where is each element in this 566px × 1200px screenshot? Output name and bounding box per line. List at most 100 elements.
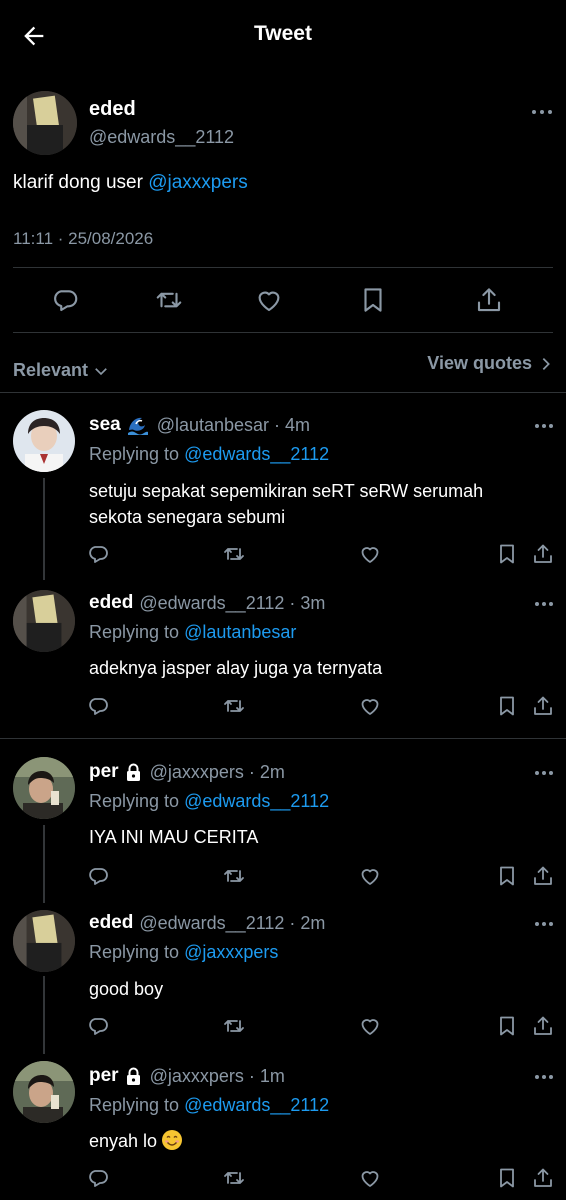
avatar[interactable] <box>13 910 75 972</box>
replying-label: Replying to <box>89 444 185 464</box>
replying-label: Replying to <box>89 622 185 642</box>
retweet-icon[interactable] <box>222 1014 246 1038</box>
mention-link[interactable]: @edwards__2112 <box>184 791 329 811</box>
more-options-icon[interactable] <box>535 922 557 928</box>
view-quotes-link[interactable]: View quotes <box>427 353 554 374</box>
author-name[interactable]: sea <box>89 414 121 436</box>
chevron-right-icon <box>542 357 550 370</box>
replying-label: Replying to <box>89 942 185 962</box>
replying-label: Replying to <box>89 791 185 811</box>
reply-text: adeknya jasper alay juga ya ternyata <box>89 658 383 678</box>
thread-line <box>43 825 45 903</box>
reply-icon[interactable] <box>50 285 80 315</box>
replying-to: Replying to @edwards__2112 <box>89 1095 329 1116</box>
bookmark-icon[interactable] <box>495 1014 519 1038</box>
reply-body: enyah lo <box>89 1131 158 1151</box>
lock-icon <box>125 1067 142 1086</box>
avatar[interactable] <box>13 91 77 155</box>
share-icon[interactable] <box>531 542 555 566</box>
divider <box>13 267 553 268</box>
reply-icon[interactable] <box>86 542 110 566</box>
reply-icon[interactable] <box>86 1166 110 1190</box>
top-bar: Tweet <box>0 0 566 70</box>
avatar[interactable] <box>13 757 75 819</box>
author-name[interactable]: per <box>89 1065 119 1087</box>
like-icon[interactable] <box>358 542 382 566</box>
tweet-text: klarif dong user @jaxxxpers <box>13 172 248 194</box>
reply-meta: @jaxxxpers · 2m <box>149 761 285 782</box>
tweet-body: klarif dong user <box>13 172 149 193</box>
reply-header: per @jaxxxpers · 2m <box>89 761 285 783</box>
reply-text: good boy <box>89 979 164 999</box>
sort-dropdown[interactable]: Relevant <box>13 360 110 381</box>
like-icon[interactable] <box>358 694 382 718</box>
share-icon[interactable] <box>531 694 555 718</box>
replying-to: Replying to @lautanbesar <box>89 622 296 643</box>
more-options-icon[interactable] <box>532 110 554 116</box>
wave-emoji <box>127 415 149 435</box>
lock-icon <box>125 763 142 782</box>
avatar[interactable] <box>13 590 75 652</box>
reply-header: sea @lautanbesar · 4m <box>89 414 310 436</box>
mention-link[interactable]: @edwards__2112 <box>184 1095 329 1115</box>
thread-line <box>43 478 45 580</box>
bookmark-icon[interactable] <box>495 542 519 566</box>
author-name[interactable]: eded <box>89 592 133 614</box>
reply-icon[interactable] <box>86 864 110 888</box>
reply-text: enyah lo <box>89 1128 529 1154</box>
like-icon[interactable] <box>254 285 284 315</box>
reply-header: per @jaxxxpers · 1m <box>89 1065 285 1087</box>
author-name[interactable]: eded <box>89 98 136 121</box>
bookmark-icon[interactable] <box>495 694 519 718</box>
more-options-icon[interactable] <box>535 771 557 777</box>
view-quotes-label: View quotes <box>427 353 532 373</box>
more-options-icon[interactable] <box>535 602 557 608</box>
bookmark-icon[interactable] <box>495 1166 519 1190</box>
share-icon[interactable] <box>531 1014 555 1038</box>
retweet-icon[interactable] <box>222 542 246 566</box>
avatar[interactable] <box>13 410 75 472</box>
reply-meta: @jaxxxpers · 1m <box>149 1065 285 1086</box>
sort-label: Relevant <box>13 360 89 380</box>
retweet-icon[interactable] <box>222 864 246 888</box>
avatar[interactable] <box>13 1061 75 1123</box>
replying-to: Replying to @jaxxxpers <box>89 942 278 963</box>
bookmark-icon[interactable] <box>358 285 388 315</box>
replying-to: Replying to @edwards__2112 <box>89 444 329 465</box>
reply-text: setuju sepakat sepemikiran seRT seRW ser… <box>89 481 484 527</box>
like-icon[interactable] <box>358 1014 382 1038</box>
like-icon[interactable] <box>358 864 382 888</box>
bookmark-icon[interactable] <box>495 864 519 888</box>
reply-icon[interactable] <box>86 1014 110 1038</box>
reply-header: eded @edwards__2112 · 2m <box>89 912 325 934</box>
reply-text: IYA INI MAU CERITA <box>89 827 259 847</box>
share-icon[interactable] <box>531 864 555 888</box>
author-handle[interactable]: @edwards__2112 <box>89 127 234 148</box>
like-icon[interactable] <box>358 1166 382 1190</box>
chevron-down-icon <box>95 367 107 375</box>
mention-link[interactable]: @lautanbesar <box>184 622 296 642</box>
reply-icon[interactable] <box>86 694 110 718</box>
share-icon[interactable] <box>474 285 504 315</box>
author-name[interactable]: eded <box>89 912 133 934</box>
mention-link[interactable]: @edwards__2112 <box>184 444 329 464</box>
divider <box>13 332 553 333</box>
more-options-icon[interactable] <box>535 1075 557 1081</box>
divider <box>0 738 566 739</box>
retweet-icon[interactable] <box>222 694 246 718</box>
share-icon[interactable] <box>531 1166 555 1190</box>
reply-header: eded @edwards__2112 · 3m <box>89 592 325 614</box>
reply-meta: @edwards__2112 · 2m <box>139 912 326 933</box>
smiling-face-emoji <box>161 1129 183 1151</box>
mention-link[interactable]: @jaxxxpers <box>184 942 278 962</box>
thread-line <box>43 976 45 1054</box>
replying-label: Replying to <box>89 1095 185 1115</box>
reply-meta: @lautanbesar · 4m <box>156 414 311 435</box>
divider <box>0 392 566 393</box>
author-name[interactable]: per <box>89 761 119 783</box>
mention-link[interactable]: @jaxxxpers <box>148 172 248 193</box>
retweet-icon[interactable] <box>222 1166 246 1190</box>
retweet-icon[interactable] <box>154 285 184 315</box>
replying-to: Replying to @edwards__2112 <box>89 791 329 812</box>
more-options-icon[interactable] <box>535 424 557 430</box>
